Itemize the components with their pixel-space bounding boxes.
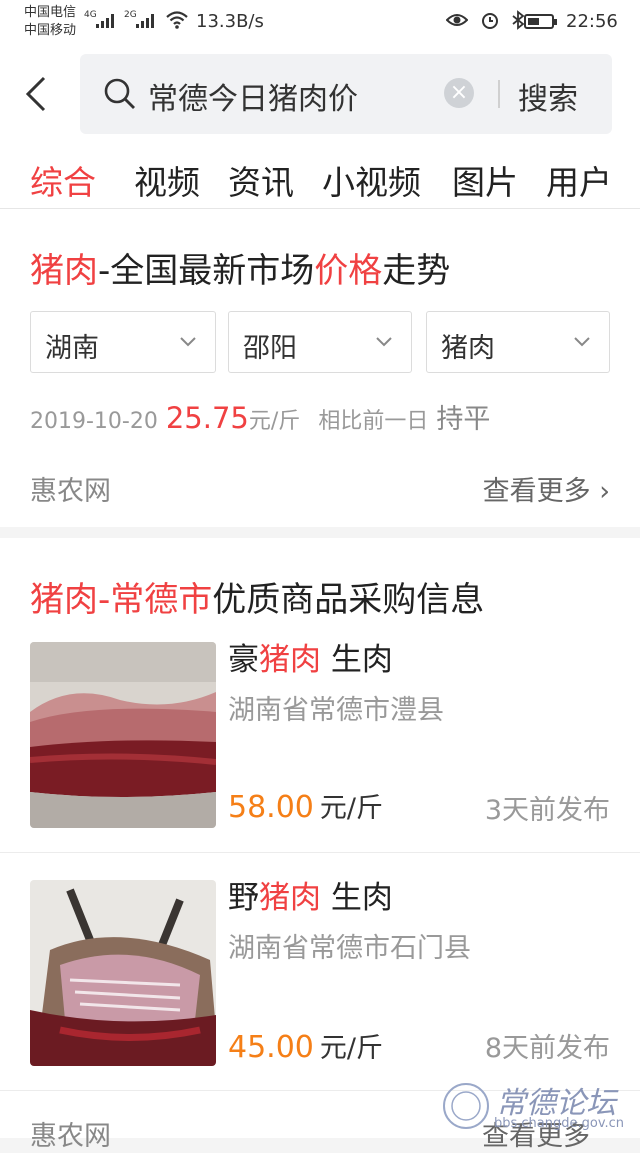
chevron-down-icon (180, 337, 196, 347)
compare-label: 相比前一日 (318, 409, 429, 434)
price-row: 2019-10-20 25.75元/斤 相比前一日 持平 (30, 397, 490, 436)
product-price: 45.00 元/斤 (228, 1030, 383, 1065)
network-speed: 13.3B/s (196, 11, 264, 32)
tab-short-video[interactable]: 小视频 (322, 156, 421, 204)
supply-card: 猪肉-常德市优质商品采购信息 豪猪肉 生肉 湖南省常德市澧县 58.00 元/斤 … (0, 538, 640, 1152)
trend-value: 持平 (436, 404, 491, 435)
chevron-down-icon (376, 337, 392, 347)
chevron-left-icon (25, 76, 46, 112)
product-image (30, 642, 216, 828)
back-button[interactable] (22, 74, 52, 114)
product-time: 3天前发布 (484, 795, 610, 826)
supply-title: 猪肉-常德市优质商品采购信息 (30, 580, 485, 620)
status-bar: 中国电信 中国移动 4G 2G 13.3B/s 22:56 (0, 0, 640, 46)
market-title: 猪肉-全国最新市场价格走势 (30, 251, 451, 291)
divider (0, 852, 640, 853)
carrier-1: 中国电信 (24, 5, 77, 20)
watermark-url: bbs.changde.gov.cn (494, 1116, 625, 1131)
tab-video[interactable]: 视频 (134, 156, 200, 204)
product-item[interactable]: 野猪肉 生肉 湖南省常德市石门县 45.00 元/斤 8天前发布 (0, 872, 640, 1110)
forum-watermark: 常德论坛 bbs.changde.gov.cn (442, 1076, 632, 1138)
supply-source-label: 惠农网 (30, 1121, 111, 1152)
signal-icon-2 (136, 12, 156, 28)
product-select[interactable]: 猪肉 (426, 311, 610, 373)
price-value: 25.75 (165, 401, 249, 435)
product-time: 8天前发布 (484, 1033, 610, 1064)
product-image (30, 880, 216, 1066)
network-type-1: 4G (84, 10, 97, 20)
clear-icon[interactable]: × (444, 78, 474, 108)
product-name: 豪猪肉 生肉 (228, 642, 393, 678)
product-location: 湖南省常德市澧县 (228, 695, 444, 726)
price-date: 2019-10-20 (30, 409, 158, 434)
city-select[interactable]: 邵阳 (228, 311, 412, 373)
product-price: 58.00 元/斤 (228, 790, 383, 825)
tab-images[interactable]: 图片 (452, 156, 518, 204)
province-select[interactable]: 湖南 (30, 311, 216, 373)
result-tabs: 综合 视频 资讯 小视频 图片 用户 (0, 142, 640, 209)
search-box[interactable]: 常德今日猪肉价 × 搜索 (80, 54, 612, 134)
signal-icon (96, 12, 116, 28)
status-icons (445, 9, 525, 30)
eye-icon (445, 14, 469, 26)
product-location: 湖南省常德市石门县 (228, 933, 471, 964)
search-icon (104, 78, 135, 109)
search-input[interactable]: 常德今日猪肉价 (148, 74, 358, 118)
chevron-down-icon (574, 337, 590, 347)
price-unit: 元/斤 (248, 409, 301, 434)
carrier-2: 中国移动 (24, 23, 77, 38)
search-divider (498, 80, 500, 108)
clock: 22:56 (566, 11, 618, 32)
carrier-labels: 中国电信 中国移动 (24, 4, 76, 40)
alarm-icon (481, 13, 498, 29)
battery-icon (524, 14, 557, 29)
market-price-card: 猪肉-全国最新市场价格走势 湖南 邵阳 猪肉 2019-10-20 25.75元/… (0, 209, 640, 527)
source-label: 惠农网 (30, 476, 111, 507)
product-item[interactable]: 豪猪肉 生肉 湖南省常德市澧县 58.00 元/斤 3天前发布 (0, 634, 640, 872)
tab-news[interactable]: 资讯 (228, 156, 294, 204)
search-button[interactable]: 搜索 (518, 74, 578, 118)
network-type-2: 2G (124, 10, 137, 20)
tab-all[interactable]: 综合 (30, 156, 96, 204)
search-header: 常德今日猪肉价 × 搜索 (0, 46, 640, 142)
wifi-icon (166, 10, 188, 35)
view-more-link[interactable]: 查看更多 › (483, 469, 610, 508)
tab-users[interactable]: 用户 (546, 156, 612, 204)
product-name: 野猪肉 生肉 (228, 880, 393, 916)
